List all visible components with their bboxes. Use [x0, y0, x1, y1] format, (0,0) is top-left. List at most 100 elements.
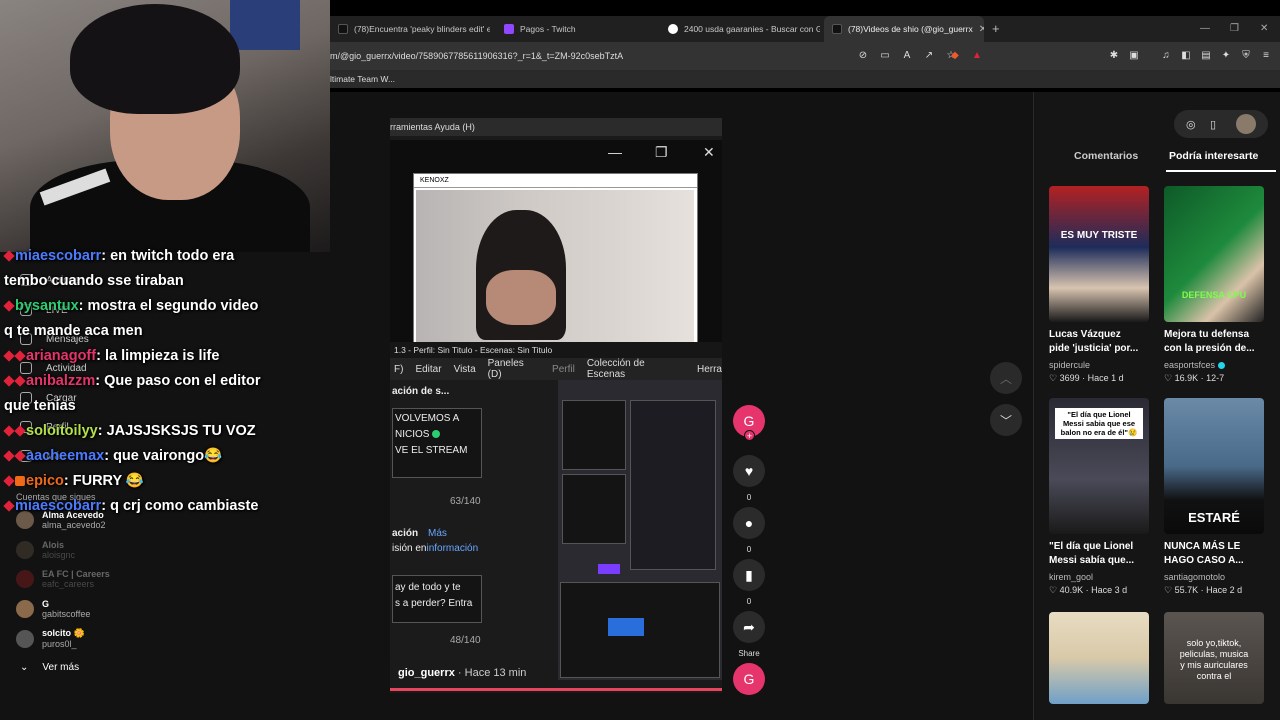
video-card[interactable]: solo yo,tiktok, peliculas, musica y mis …	[1164, 612, 1264, 704]
avatar	[16, 629, 34, 648]
obs-menu-item: F)	[394, 363, 404, 375]
share-button[interactable]: ➦ Share	[733, 611, 765, 658]
avatar: G	[733, 663, 765, 695]
video-card[interactable]: "El día que Lionel Messi sabia que ese b…	[1049, 398, 1149, 596]
obs-menu-item: Perfil	[552, 363, 575, 375]
sparkle-icon[interactable]: ✦	[1220, 50, 1232, 62]
video-thumbnail: DEFENSA CPU	[1164, 186, 1264, 322]
rewards-icon[interactable]: ▲	[971, 50, 983, 62]
nested-box	[630, 400, 716, 570]
chat-text: la limpieza is life	[104, 348, 220, 364]
bookmark-item[interactable]: ltimate Team W...	[330, 70, 395, 88]
music-icon[interactable]: ♫	[1160, 50, 1172, 62]
screen-icon[interactable]: ▭	[879, 50, 891, 62]
browser-tab[interactable]: 2400 usda gaaranies - Buscar con Go	[660, 16, 820, 42]
card-user: kirem_gool	[1049, 572, 1094, 582]
video-card[interactable]: ES MUY TRISTE Lucas Vázquez pide 'justic…	[1049, 186, 1149, 384]
cam-image	[416, 190, 694, 342]
new-tab-button[interactable]: +	[992, 16, 1000, 42]
next-video-button[interactable]: ﹀	[990, 404, 1022, 436]
minimize-icon: —	[608, 144, 622, 160]
video-card[interactable]: ESTARÉ NUNCA MÁS LE HAGO CASO A... santi…	[1164, 398, 1264, 596]
save-button[interactable]: ▮ 0	[733, 559, 765, 606]
obs-status-line: 1.3 - Perfil: Sin Titulo - Escenas: Sin …	[390, 342, 722, 358]
video-author: gio_guerrx · Hace 13 min	[398, 667, 526, 679]
thumbnail-text: solo yo,tiktok, peliculas, musica y mis …	[1179, 638, 1249, 681]
compass-icon[interactable]: ◎	[1186, 118, 1196, 131]
comment-icon: ●	[733, 507, 765, 539]
extension-icon[interactable]: ✱	[1108, 50, 1120, 62]
obs-nested-screen	[558, 380, 722, 680]
sidebar-icon[interactable]: ◧	[1180, 50, 1192, 62]
tab-title: Pagos - Twitch	[520, 24, 576, 34]
translate-icon[interactable]: A	[901, 50, 913, 62]
menu-icon[interactable]: ≡	[1260, 50, 1272, 62]
obs-menu-item: Herra	[696, 363, 722, 375]
previous-video-button[interactable]: ︿	[990, 362, 1022, 394]
heart-badge-icon	[14, 350, 26, 362]
no-tracking-icon[interactable]: ⊘	[857, 50, 869, 62]
heart-outline-icon: ♡	[1164, 585, 1173, 595]
tab-title: (78)Videos de shio (@gio_guerrx	[848, 24, 973, 34]
screen: (78)Encuentra 'peaky blinders edit' e Pa…	[0, 0, 1280, 720]
browser-tab-active[interactable]: (78)Videos de shio (@gio_guerrx ✕	[824, 16, 984, 42]
nested-button	[598, 564, 620, 574]
hand-shape	[486, 270, 556, 325]
panel-label: ación	[392, 528, 419, 539]
minimize-icon[interactable]: —	[1200, 16, 1210, 42]
creator-avatar-button[interactable]: G +	[733, 405, 765, 441]
following-name: Alois	[42, 540, 65, 550]
panel-line: NICIOS	[395, 429, 441, 440]
stream-chat: miaescobarr: en twitch todo era tembo cu…	[3, 244, 330, 519]
following-item[interactable]: Alois aloisgnc	[16, 540, 75, 560]
url-field[interactable]: m/@gio_guerrx/video/7589067785611906316?…	[330, 42, 623, 70]
user-avatar[interactable]	[1236, 114, 1256, 134]
tab-podria-interesarte[interactable]: Podría interesarte	[1169, 150, 1258, 162]
chevron-down-icon: ﹀	[999, 413, 1012, 428]
browser-tab[interactable]: (78)Encuentra 'peaky blinders edit' e	[330, 16, 490, 42]
brave-shield-icon[interactable]: ◆	[949, 50, 961, 62]
follow-plus-icon[interactable]: +	[744, 430, 755, 441]
close-window-icon[interactable]: ✕	[1260, 16, 1268, 42]
heart-outline-icon: ♡	[1049, 373, 1058, 383]
cam-window-title: KENOXZ	[414, 174, 697, 188]
panel-title: ación de s...	[392, 386, 450, 397]
comment-button[interactable]: ● 0	[733, 507, 765, 554]
vpn-icon[interactable]: ⛨	[1240, 50, 1252, 62]
post-time: · Hace 13 min	[454, 667, 527, 679]
nested-selection	[608, 618, 644, 636]
video-card[interactable]	[1049, 612, 1149, 704]
video-thumbnail: solo yo,tiktok, peliculas, musica y mis …	[1164, 612, 1264, 704]
following-item[interactable]: solcito 🌼 puros0l_	[16, 628, 85, 649]
video-menubar: rramientas Ayuda (H)	[390, 118, 722, 136]
chat-text: q crj como cambiaste	[110, 498, 259, 514]
comment-count: 0	[746, 545, 752, 554]
ver-mas-button[interactable]: ⌄ Ver más	[20, 662, 79, 673]
phone-icon[interactable]: ▯	[1210, 118, 1216, 131]
following-item[interactable]: Ggabitscoffee	[16, 599, 90, 619]
crypto-wallet-icon[interactable]: ▤	[1200, 50, 1212, 62]
video-card[interactable]: DEFENSA CPU Mejora tu defensa con la pre…	[1164, 186, 1264, 384]
post-time: Hace 2 d	[1206, 585, 1243, 595]
share-icon[interactable]: ↗	[923, 50, 935, 62]
panel-info-text: isión en	[392, 543, 427, 554]
wallet-icon[interactable]: ▣	[1128, 50, 1140, 62]
restore-icon[interactable]: ❐	[1230, 16, 1239, 42]
like-button[interactable]: ♥ 0	[733, 455, 765, 502]
tab-comentarios[interactable]: Comentarios	[1074, 150, 1138, 162]
card-user: santiagomotolo	[1164, 572, 1226, 582]
obs-menu-item: Colección de Escenas	[586, 358, 645, 380]
music-avatar-button[interactable]: G	[733, 663, 765, 695]
more-link: Más	[428, 528, 447, 539]
video-progress-bar[interactable]	[390, 688, 722, 691]
browser-tab[interactable]: Pagos - Twitch	[496, 16, 656, 42]
close-tab-icon[interactable]: ✕	[979, 24, 984, 35]
author-name: gio_guerrx	[398, 667, 455, 679]
sword-badge-icon	[3, 375, 15, 387]
bookmark-icon: ▮	[733, 559, 765, 591]
following-item[interactable]: EA FC | Careers eafc_careers	[16, 569, 110, 589]
heart-badge-icon	[3, 300, 15, 312]
video-player[interactable]: rramientas Ayuda (H) — ❐ ✕ KENOXZ 1.3 - …	[390, 118, 722, 693]
live-dot-icon	[432, 430, 441, 439]
card-user: spidercule	[1049, 360, 1091, 370]
